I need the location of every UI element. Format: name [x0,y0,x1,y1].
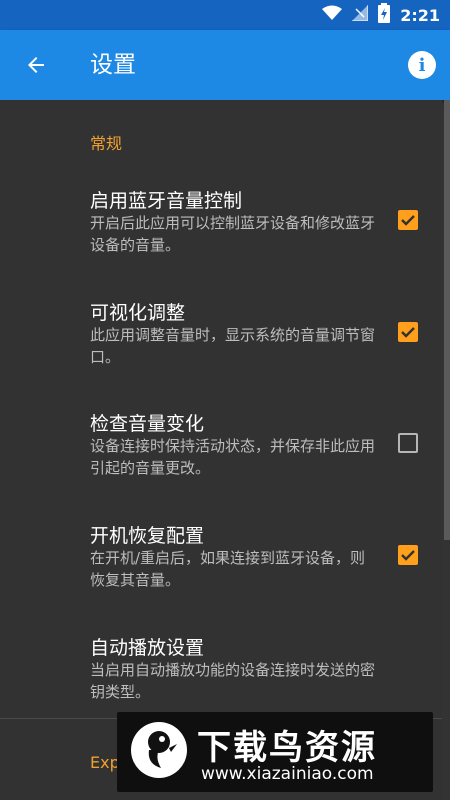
watermark-banner: 下载鸟资源 www.xiazainiao.com [117,712,433,792]
pref-summary: 开启后此应用可以控制蓝牙设备和修改蓝牙设备的音量。 [90,214,376,254]
check-icon [401,327,415,338]
page-title: 设置 [90,52,136,78]
pref-title: 启用蓝牙音量控制 [90,190,243,212]
section-header-exp: Exp [90,753,120,772]
pref-restore-on-boot[interactable]: 开机恢复配置 在开机/重启后，如果连接到蓝牙设备，则恢复其音量。 [0,505,442,605]
pref-title: 可视化调整 [90,302,186,324]
checkbox-check-volume-change[interactable] [398,433,418,453]
pref-title: 开机恢复配置 [90,525,205,547]
scrollbar[interactable] [444,100,450,540]
pref-visual-adjust[interactable]: 可视化调整 此应用调整音量时，显示系统的音量调节窗口。 [0,282,442,382]
signal-icon [352,5,369,25]
pref-autoplay-settings[interactable]: 自动播放设置 当启用自动播放功能的设备连接时发送的密钥类型。 [0,617,442,717]
pref-check-volume-change[interactable]: 检查音量变化 设备连接时保持活动状态，并保存非此应用引起的音量更改。 [0,393,442,493]
pref-summary: 在开机/重启后，如果连接到蓝牙设备，则恢复其音量。 [90,549,366,589]
checkbox-visual-adjust[interactable] [398,322,418,342]
info-button[interactable]: i [408,51,436,79]
arrow-back-icon [28,57,44,73]
toolbar: 设置 i [0,30,450,100]
checkbox-restore-on-boot[interactable] [398,545,418,565]
checkbox-bluetooth-volume-control[interactable] [398,210,418,230]
watermark-url: www.xiazainiao.com [201,764,374,784]
pref-title: 自动播放设置 [90,637,205,659]
status-time: 2:21 [400,5,440,25]
section-header-general: 常规 [90,134,123,153]
info-icon: i [418,54,426,76]
pref-title: 检查音量变化 [90,413,205,435]
check-icon [401,550,415,561]
pref-bluetooth-volume-control[interactable]: 启用蓝牙音量控制 开启后此应用可以控制蓝牙设备和修改蓝牙设备的音量。 [0,170,442,270]
pref-summary: 设备连接时保持活动状态，并保存非此应用引起的音量更改。 [90,437,376,477]
status-bar: 2:21 [0,0,450,30]
bird-logo-icon [131,722,187,778]
back-button[interactable] [18,47,54,83]
pref-summary: 此应用调整音量时，显示系统的音量调节窗口。 [90,326,376,366]
wifi-icon [322,5,343,25]
watermark-title: 下载鸟资源 [197,728,377,768]
status-icons: 2:21 [322,0,440,30]
check-icon [401,215,415,226]
pref-summary: 当启用自动播放功能的设备连接时发送的密钥类型。 [90,661,376,701]
battery-icon [378,3,391,27]
